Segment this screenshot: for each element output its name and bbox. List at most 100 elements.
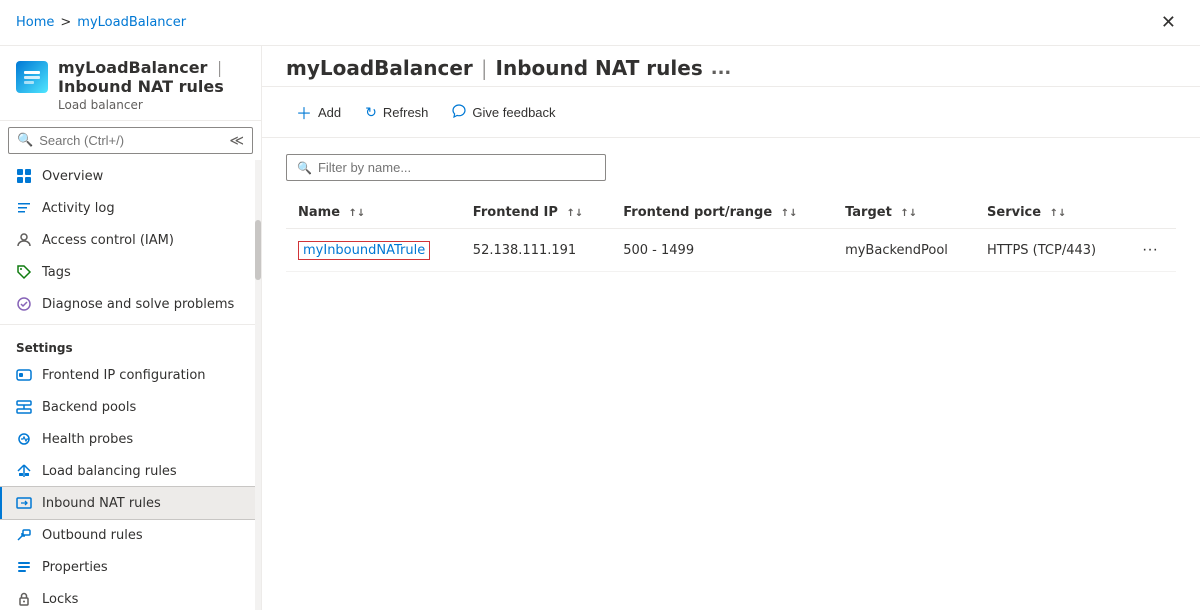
col-header-target[interactable]: Target ↑↓	[833, 197, 975, 229]
sort-icon-frontend-ip: ↑↓	[566, 208, 583, 219]
settings-section-label: Settings	[0, 329, 255, 359]
tags-icon	[16, 264, 32, 280]
sidebar-item-activity-log-label: Activity log	[42, 201, 115, 216]
sidebar: myLoadBalancer | Inbound NAT rules Load …	[0, 46, 262, 610]
top-bar: Home > myLoadBalancer ✕	[0, 0, 1200, 46]
sidebar-item-diagnose-label: Diagnose and solve problems	[42, 297, 234, 312]
table-header: Name ↑↓ Frontend IP ↑↓ Frontend port/ran…	[286, 197, 1176, 229]
cell-port-range: 500 - 1499	[611, 229, 833, 272]
resource-name: myLoadBalancer | Inbound NAT rules	[58, 58, 245, 96]
page-name-title: Inbound NAT rules	[496, 56, 703, 80]
sidebar-item-backend-pools[interactable]: Backend pools	[0, 391, 255, 423]
sort-icon-target: ↑↓	[900, 208, 917, 219]
overview-icon	[16, 168, 32, 184]
sidebar-item-backend-pools-label: Backend pools	[42, 400, 136, 415]
add-icon: ＋	[296, 100, 312, 124]
title-separator: |	[481, 56, 488, 80]
filter-input[interactable]	[318, 160, 595, 175]
cell-frontend-ip: 52.138.111.191	[461, 229, 611, 272]
resource-icon	[16, 61, 48, 93]
sidebar-item-properties[interactable]: Properties	[0, 551, 255, 583]
content-area: 🔍 Name ↑↓ Frontend IP ↑↓	[262, 138, 1200, 610]
sidebar-item-overview-label: Overview	[42, 169, 103, 184]
resource-name-title: myLoadBalancer	[286, 56, 473, 80]
breadcrumb-home[interactable]: Home	[16, 15, 54, 30]
cell-more: ···	[1124, 229, 1176, 272]
search-icon: 🔍	[17, 133, 33, 148]
cell-target: myBackendPool	[833, 229, 975, 272]
col-header-service[interactable]: Service ↑↓	[975, 197, 1124, 229]
sort-icon-name: ↑↓	[349, 208, 366, 219]
sidebar-item-health-probes[interactable]: Health probes	[0, 423, 255, 455]
diagnose-icon	[16, 296, 32, 312]
outbound-rules-icon	[16, 527, 32, 543]
col-header-actions	[1124, 197, 1176, 229]
data-table: Name ↑↓ Frontend IP ↑↓ Frontend port/ran…	[286, 197, 1176, 272]
sidebar-scrollbar-thumb	[255, 220, 261, 280]
sidebar-item-lb-rules[interactable]: Load balancing rules	[0, 455, 255, 487]
table-row: myInboundNATrule 52.138.111.191 500 - 14…	[286, 229, 1176, 272]
sort-icon-port-range: ↑↓	[781, 208, 798, 219]
sidebar-item-overview[interactable]: Overview	[0, 160, 255, 192]
sidebar-item-inbound-nat[interactable]: Inbound NAT rules	[0, 487, 255, 519]
activity-log-icon	[16, 200, 32, 216]
more-options-icon[interactable]: ...	[711, 58, 732, 79]
lb-rules-icon	[16, 463, 32, 479]
sidebar-item-frontend-ip-label: Frontend IP configuration	[42, 368, 206, 383]
feedback-button[interactable]: Give feedback	[442, 99, 565, 126]
sort-icon-service: ↑↓	[1050, 208, 1067, 219]
nat-rule-link[interactable]: myInboundNATrule	[298, 241, 430, 260]
main-content: myLoadBalancer | Inbound NAT rules ... ＋…	[262, 46, 1200, 610]
col-header-port-range[interactable]: Frontend port/range ↑↓	[611, 197, 833, 229]
refresh-icon: ↻	[365, 104, 377, 121]
resource-subtitle: Load balancer	[16, 98, 245, 112]
sidebar-item-locks-label: Locks	[42, 592, 78, 607]
sidebar-item-properties-label: Properties	[42, 560, 108, 575]
search-input[interactable]	[39, 133, 223, 148]
cell-name: myInboundNATrule	[286, 229, 461, 272]
sidebar-item-activity-log[interactable]: Activity log	[0, 192, 255, 224]
access-control-icon	[16, 232, 32, 248]
properties-icon	[16, 559, 32, 575]
row-more-button[interactable]: ···	[1136, 239, 1164, 261]
collapse-button[interactable]: ≪	[229, 132, 244, 149]
sidebar-header: myLoadBalancer | Inbound NAT rules Load …	[0, 46, 261, 121]
sidebar-item-outbound-rules[interactable]: Outbound rules	[0, 519, 255, 551]
breadcrumb-sep: >	[60, 15, 71, 30]
sidebar-item-health-probes-label: Health probes	[42, 432, 133, 447]
sidebar-item-tags-label: Tags	[42, 265, 71, 280]
add-button[interactable]: ＋ Add	[286, 95, 351, 129]
close-button[interactable]: ✕	[1153, 8, 1184, 37]
toolbar: ＋ Add ↻ Refresh Give feedback	[262, 87, 1200, 138]
page-title: myLoadBalancer | Inbound NAT rules ...	[286, 56, 1176, 80]
feedback-icon	[452, 104, 466, 121]
sidebar-item-access-control-label: Access control (IAM)	[42, 233, 174, 248]
col-header-frontend-ip[interactable]: Frontend IP ↑↓	[461, 197, 611, 229]
sidebar-item-locks[interactable]: Locks	[0, 583, 255, 610]
sidebar-item-lb-rules-label: Load balancing rules	[42, 464, 177, 479]
sidebar-item-inbound-nat-label: Inbound NAT rules	[42, 496, 161, 511]
breadcrumb: Home > myLoadBalancer	[16, 15, 186, 30]
breadcrumb-current[interactable]: myLoadBalancer	[77, 15, 186, 30]
sidebar-item-frontend-ip[interactable]: Frontend IP configuration	[0, 359, 255, 391]
sidebar-item-tags[interactable]: Tags	[0, 256, 255, 288]
add-label: Add	[318, 105, 341, 120]
frontend-ip-icon	[16, 367, 32, 383]
col-header-name[interactable]: Name ↑↓	[286, 197, 461, 229]
table-body: myInboundNATrule 52.138.111.191 500 - 14…	[286, 229, 1176, 272]
refresh-button[interactable]: ↻ Refresh	[355, 99, 438, 126]
backend-pools-icon	[16, 399, 32, 415]
filter-box[interactable]: 🔍	[286, 154, 606, 181]
filter-icon: 🔍	[297, 161, 312, 175]
cell-service: HTTPS (TCP/443)	[975, 229, 1124, 272]
refresh-label: Refresh	[383, 105, 429, 120]
locks-icon	[16, 591, 32, 607]
page-header: myLoadBalancer | Inbound NAT rules ...	[262, 46, 1200, 87]
health-probes-icon	[16, 431, 32, 447]
sidebar-item-outbound-rules-label: Outbound rules	[42, 528, 143, 543]
inbound-nat-icon	[16, 495, 32, 511]
sidebar-nav: Overview Activity log	[0, 160, 255, 610]
sidebar-item-access-control[interactable]: Access control (IAM)	[0, 224, 255, 256]
sidebar-item-diagnose[interactable]: Diagnose and solve problems	[0, 288, 255, 320]
sidebar-scrollbar	[255, 160, 261, 610]
